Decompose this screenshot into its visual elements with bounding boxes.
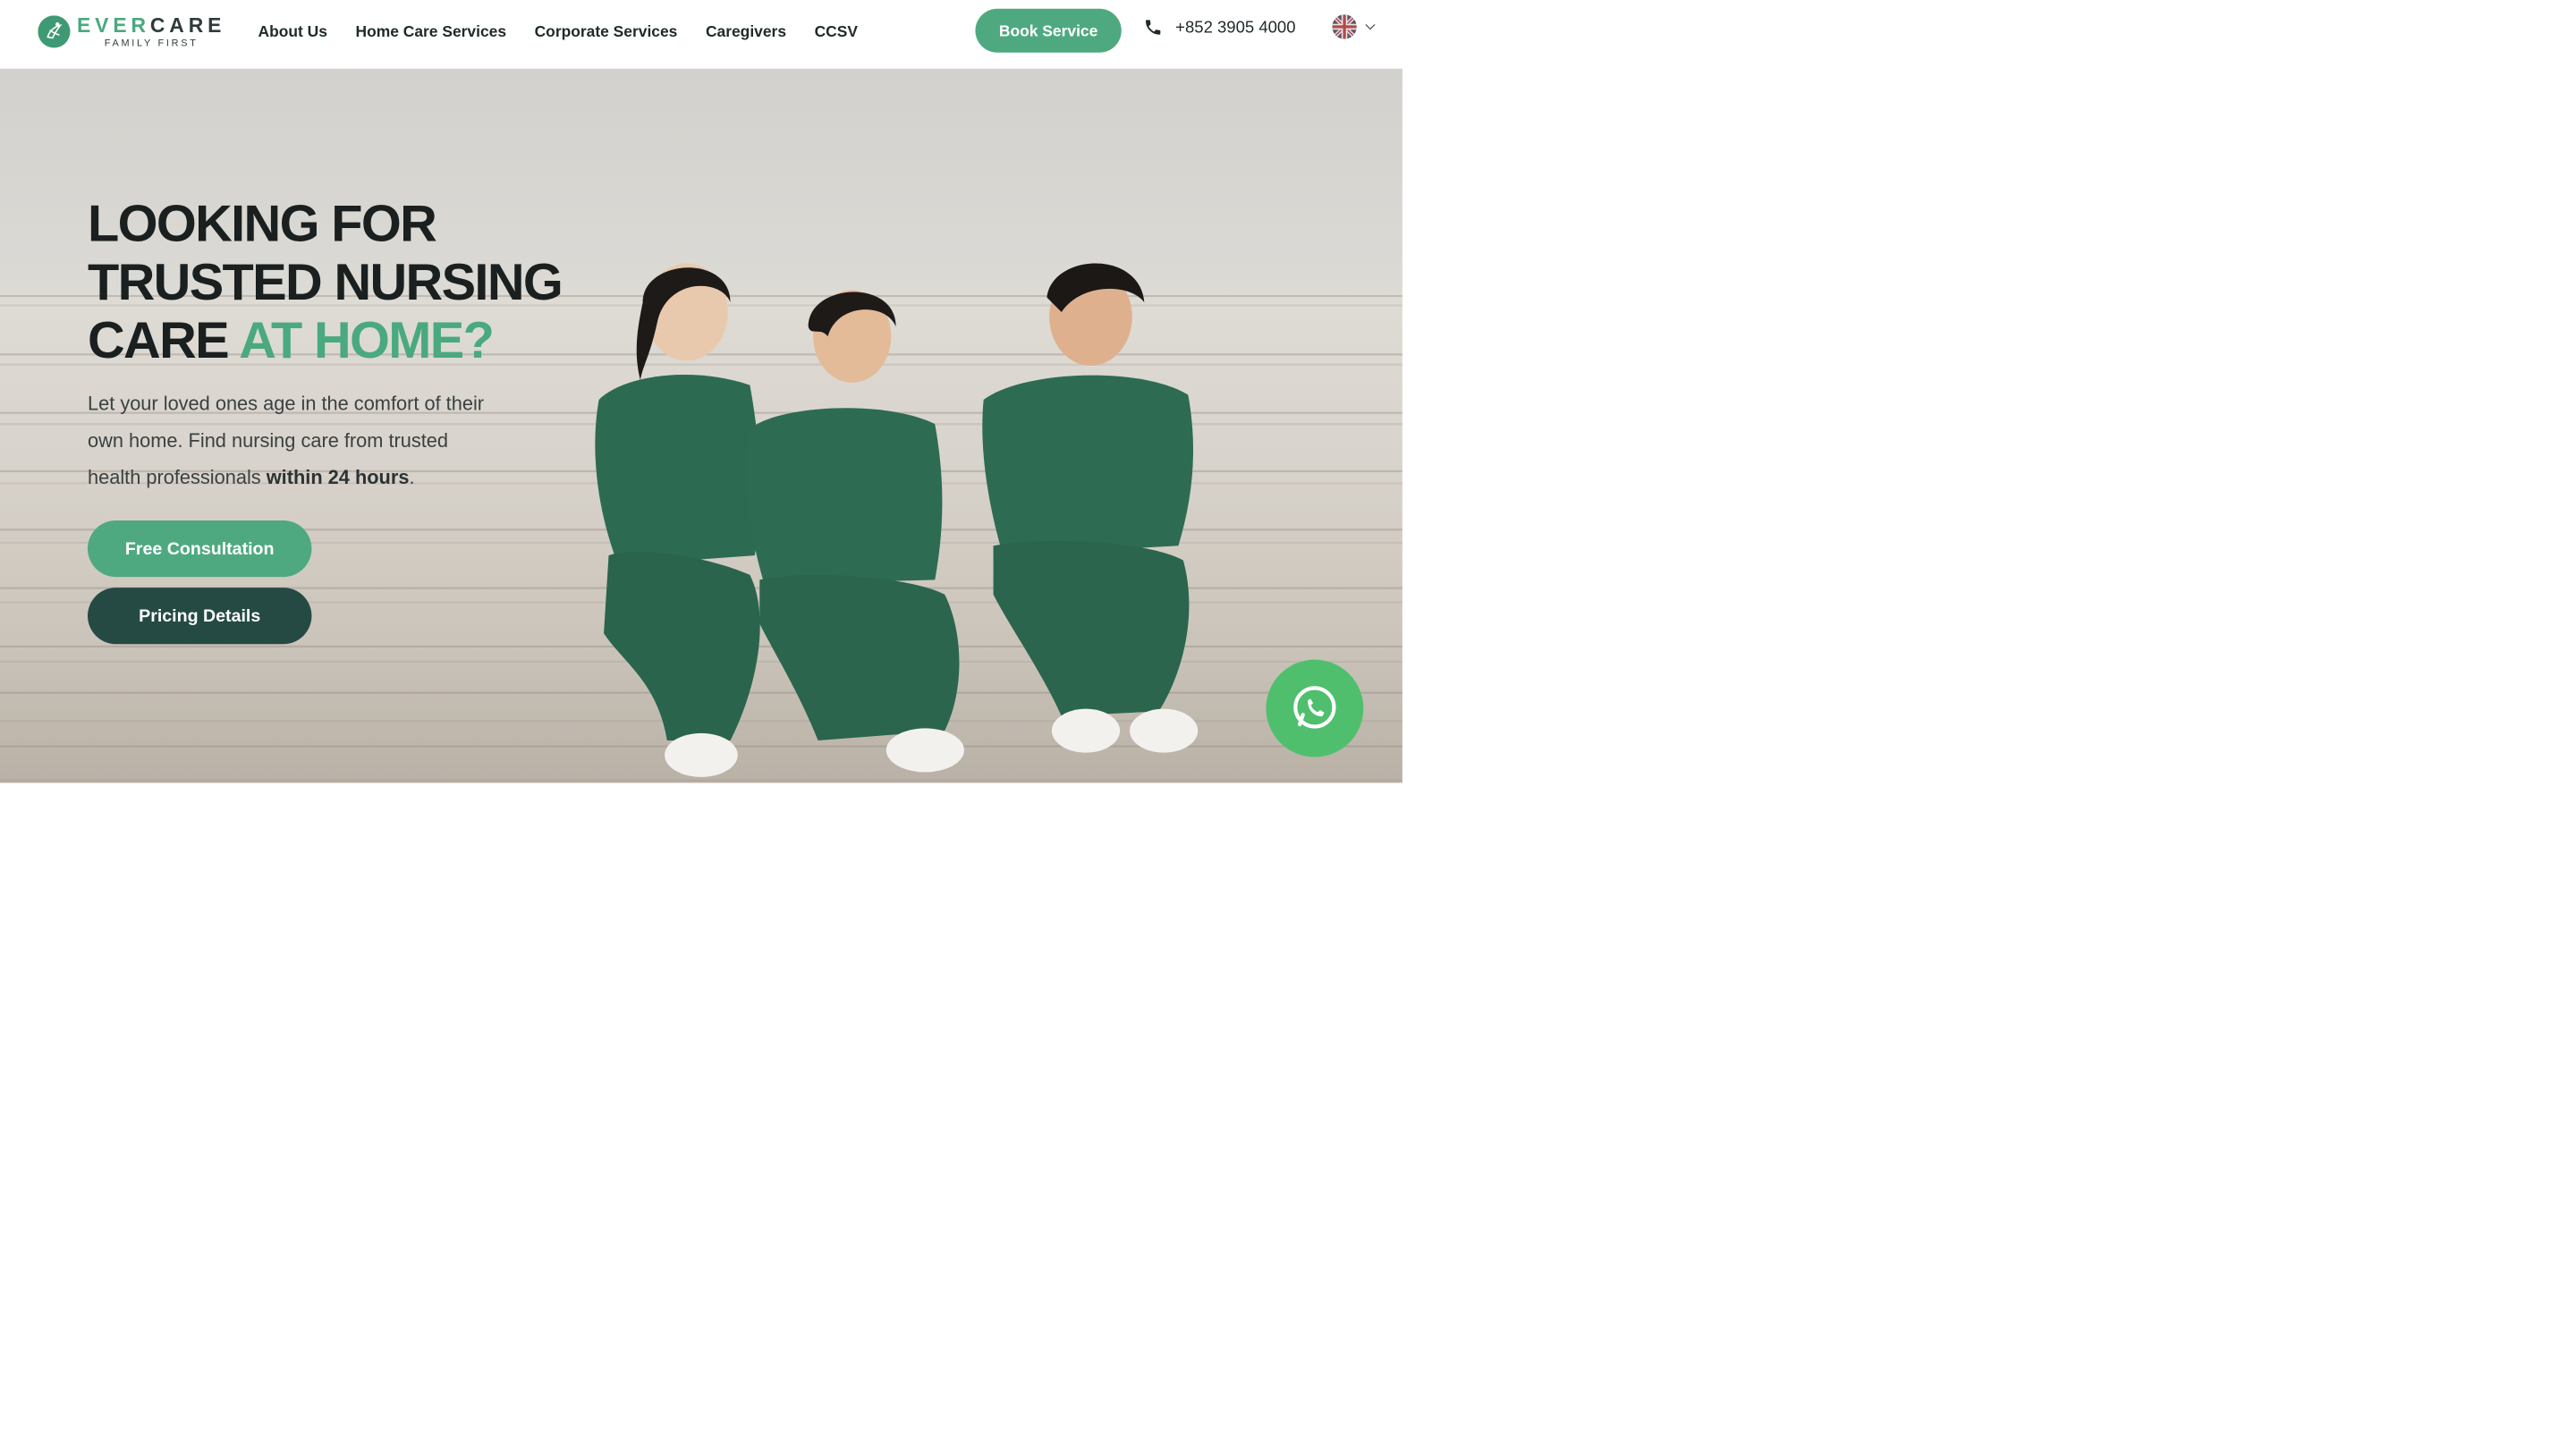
nav-ccsv[interactable]: CCSV bbox=[815, 22, 858, 40]
phone-link[interactable]: +852 3905 4000 bbox=[1143, 17, 1296, 38]
logo-wordmark: EVERCARE FAMILY FIRST bbox=[77, 13, 225, 49]
nurse-figure-left bbox=[595, 263, 760, 777]
nav-home-care-services[interactable]: Home Care Services bbox=[356, 22, 507, 40]
logo-brand-care: CARE bbox=[149, 13, 226, 37]
pricing-details-button[interactable]: Pricing Details bbox=[87, 588, 312, 645]
headline-line-2: TRUSTED NURSING bbox=[87, 253, 564, 311]
phone-icon bbox=[1145, 20, 1161, 35]
book-service-button[interactable]: Book Service bbox=[975, 8, 1122, 53]
nurse-figure-middle bbox=[745, 290, 964, 773]
hero-photo-nurses bbox=[595, 263, 1199, 777]
language-selector[interactable] bbox=[1332, 14, 1377, 39]
headline-accent: AT HOME? bbox=[239, 311, 495, 369]
logo-tagline: FAMILY FIRST bbox=[104, 38, 199, 49]
nav-corporate-services[interactable]: Corporate Services bbox=[535, 22, 678, 40]
phone-number: +852 3905 4000 bbox=[1175, 17, 1296, 37]
logo-brand: EVERCARE bbox=[77, 13, 225, 37]
hero-subtext-end: . bbox=[409, 467, 415, 489]
free-consultation-button[interactable]: Free Consultation bbox=[87, 520, 312, 578]
main-nav: About Us Home Care Services Corporate Se… bbox=[258, 22, 858, 40]
logo-link[interactable]: EVERCARE FAMILY FIRST bbox=[38, 13, 225, 49]
hero-subtext: Let your loved ones age in the comfort o… bbox=[88, 385, 506, 496]
headline-line-3: CARE bbox=[87, 311, 240, 369]
hero-section: LOOKING FOR TRUSTED NURSING CARE AT HOME… bbox=[0, 68, 1402, 783]
uk-flag-icon bbox=[1332, 14, 1357, 39]
hero-subtext-bold: within 24 hours bbox=[266, 467, 410, 489]
whatsapp-chat-button[interactable] bbox=[1266, 659, 1364, 757]
nav-caregivers[interactable]: Caregivers bbox=[706, 22, 786, 40]
nav-about-us[interactable]: About Us bbox=[258, 22, 327, 40]
nurse-figure-right bbox=[982, 263, 1199, 753]
chevron-down-icon bbox=[1365, 23, 1376, 30]
evercare-logo-icon bbox=[38, 15, 71, 48]
whatsapp-icon bbox=[1293, 686, 1336, 729]
hero-headline: LOOKING FOR TRUSTED NURSING CARE AT HOME… bbox=[87, 194, 564, 369]
logo-brand-ever: EVER bbox=[77, 13, 150, 37]
headline-line-1: LOOKING FOR bbox=[87, 194, 437, 252]
site-header: EVERCARE FAMILY FIRST About Us Home Care… bbox=[0, 0, 1402, 69]
